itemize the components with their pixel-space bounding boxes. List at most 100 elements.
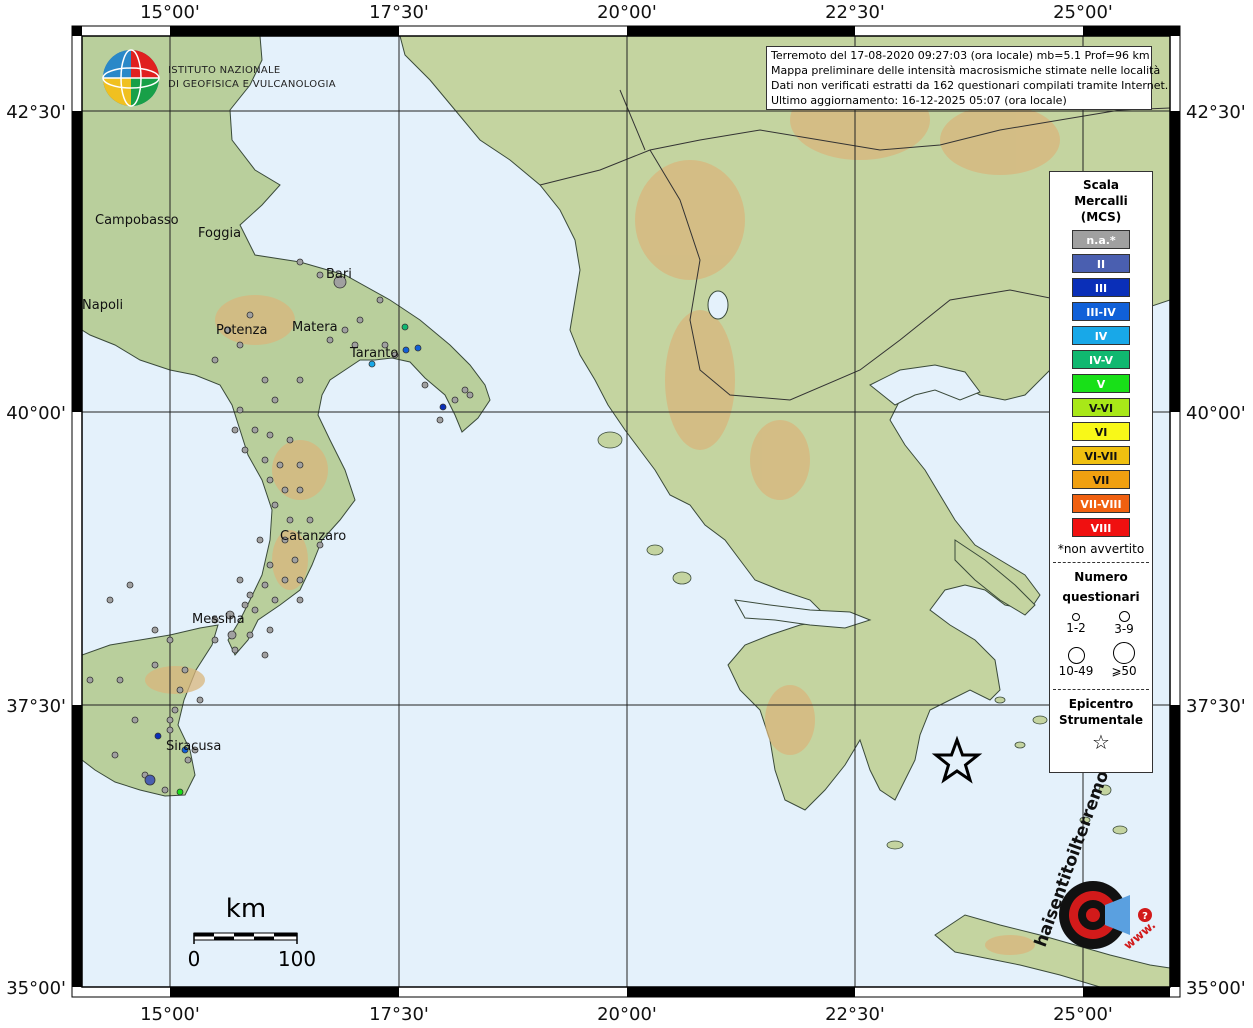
observation-point xyxy=(296,596,304,604)
legend-title: Scala Mercalli (MCS) xyxy=(1050,177,1152,225)
observation-point xyxy=(414,344,422,352)
observation-point xyxy=(261,651,269,659)
observation-point xyxy=(86,676,94,684)
observation-point xyxy=(227,630,237,640)
lat-label: 42°30' xyxy=(1186,102,1246,123)
observation-point xyxy=(326,336,334,344)
city-label: Siracusa xyxy=(166,739,221,754)
event-info-line: Mappa preliminare delle intensità macros… xyxy=(771,64,1161,77)
q-size-item: 1-2 xyxy=(1051,611,1101,635)
lon-label: 17°30' xyxy=(369,2,429,23)
q-size-item: 10-49 xyxy=(1051,642,1101,678)
observation-point xyxy=(376,296,384,304)
observation-point xyxy=(166,636,174,644)
scale-max: 100 xyxy=(278,947,316,971)
observation-point xyxy=(246,311,254,319)
observation-point xyxy=(176,686,184,694)
observation-point xyxy=(266,476,274,484)
lon-labels-top: 15°00' 17°30' 20°00' 22°30' 25°00' xyxy=(140,2,1113,23)
lon-label: 20°00' xyxy=(597,1004,657,1024)
q-circle xyxy=(1118,611,1130,622)
mcs-scale-item: n.a.* xyxy=(1072,230,1130,249)
lake-ohrid xyxy=(707,290,729,320)
city-label: Matera xyxy=(292,320,338,335)
mcs-scale-item: V-VI xyxy=(1072,398,1130,417)
mcs-scale-item: VII xyxy=(1072,470,1130,489)
observation-point xyxy=(236,341,244,349)
observation-point xyxy=(296,461,304,469)
lon-label: 15°00' xyxy=(140,2,200,23)
observation-point xyxy=(241,446,249,454)
lat-labels-left: 42°30' 40°00' 37°30' 35°00' xyxy=(6,102,66,999)
ingv-name: ISTITUTO NAZIONALE DI GEOFISICA E VULCAN… xyxy=(168,64,336,92)
epicenter-legend-star-icon: ☆ xyxy=(1092,730,1110,754)
q-size-item: ⩾50 xyxy=(1099,642,1149,678)
lon-label: 25°00' xyxy=(1053,2,1113,23)
observation-point xyxy=(461,386,469,394)
lon-label: 20°00' xyxy=(597,2,657,23)
lon-labels-bottom: 15°00' 17°30' 20°00' 22°30' 25°00' xyxy=(140,1004,1113,1025)
observation-point xyxy=(266,561,274,569)
legend-separator xyxy=(1053,689,1149,690)
city-label: Foggia xyxy=(198,226,241,241)
mcs-scale-list: n.a.* II III III-IV IV IV-V V V-VI VI VI-VII VII VI… xyxy=(1050,230,1152,537)
observation-point xyxy=(421,381,429,389)
observation-point xyxy=(196,696,204,704)
scale-min: 0 xyxy=(188,947,201,971)
observation-point xyxy=(241,601,249,609)
lat-label: 35°00' xyxy=(1186,978,1246,999)
q-size-item: 3-9 xyxy=(1099,611,1149,636)
mcs-scale-item: IV xyxy=(1072,326,1130,345)
mcs-scale-item: II xyxy=(1072,254,1130,273)
legend-title-line: Epicentro xyxy=(1068,697,1134,711)
ingv-logo xyxy=(101,48,165,114)
mcs-scale-item: V xyxy=(1072,374,1130,393)
q-circle xyxy=(1113,642,1135,664)
lat-label: 37°30' xyxy=(1186,696,1246,717)
q-circle xyxy=(1072,613,1080,621)
lat-label: 40°00' xyxy=(1186,403,1246,424)
observation-point xyxy=(166,716,174,724)
observation-point xyxy=(246,631,254,639)
lon-label: 22°30' xyxy=(825,1004,885,1024)
observation-point xyxy=(266,626,274,634)
observation-point xyxy=(451,396,459,404)
observation-point xyxy=(251,606,259,614)
observation-point xyxy=(402,346,410,354)
observation-point xyxy=(296,576,304,584)
observation-point xyxy=(271,396,279,404)
observation-point xyxy=(231,646,239,654)
mcs-scale-item: VI-VII xyxy=(1072,446,1130,465)
observation-point xyxy=(276,461,284,469)
observation-point xyxy=(211,636,219,644)
observation-point xyxy=(439,403,447,411)
observation-point xyxy=(211,356,219,364)
city-label: Bari xyxy=(326,267,352,282)
observation-point xyxy=(251,426,259,434)
observation-point xyxy=(281,576,289,584)
observation-point xyxy=(236,406,244,414)
observation-point xyxy=(184,756,192,764)
observation-point xyxy=(296,486,304,494)
questionnaire-sizes: 1-2 3-9 10-49 ⩾50 xyxy=(1050,605,1152,678)
lat-label: 42°30' xyxy=(6,102,66,123)
lon-label: 25°00' xyxy=(1053,1004,1113,1024)
observation-point xyxy=(106,596,114,604)
q-circle xyxy=(1067,647,1085,664)
observation-point xyxy=(181,666,189,674)
legend-title-line: Strumentale xyxy=(1058,713,1144,727)
observation-point xyxy=(256,536,264,544)
observation-point xyxy=(166,726,174,734)
observation-point xyxy=(144,774,156,786)
observation-point xyxy=(151,626,159,634)
legend-title-line: Scala xyxy=(1082,178,1120,192)
observation-point xyxy=(291,556,299,564)
event-info-line: Terremoto del 17-08-2020 09:27:03 (ora l… xyxy=(771,49,1150,62)
questionnaire-title: Numero questionari xyxy=(1050,569,1152,605)
epicenter-title: Epicentro Strumentale xyxy=(1050,696,1152,728)
q-size-label: ⩾50 xyxy=(1111,664,1137,678)
legend-separator xyxy=(1053,562,1149,563)
observation-point xyxy=(116,676,124,684)
legend-title-line: (MCS) xyxy=(1080,210,1122,224)
observation-point xyxy=(296,258,304,266)
